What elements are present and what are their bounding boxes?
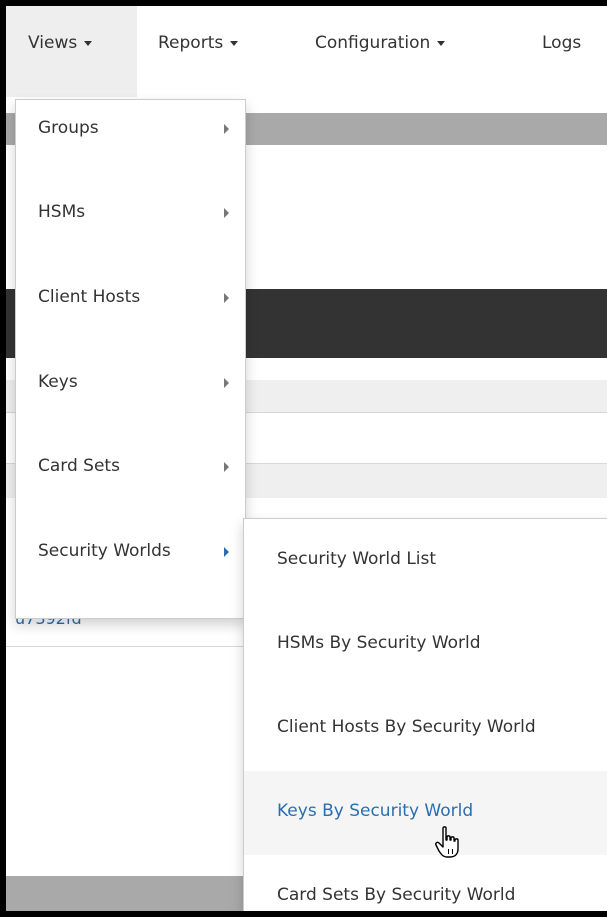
- caret-right-icon: [224, 547, 229, 557]
- caret-down-icon: [84, 40, 93, 46]
- nav-configuration-dropdown[interactable]: Configuration: [315, 6, 446, 97]
- security-worlds-submenu: Security World List HSMs By Security Wor…: [243, 518, 607, 911]
- menu-item-client-hosts[interactable]: Client Hosts: [16, 269, 245, 353]
- submenu-item-keys-by-security-world[interactable]: Keys By Security World: [244, 771, 607, 855]
- nav-views-dropdown[interactable]: Views: [6, 6, 137, 97]
- menu-item-keys[interactable]: Keys: [16, 354, 245, 438]
- caret-down-icon: [230, 40, 239, 46]
- caret-right-icon: [224, 378, 229, 388]
- menu-item-security-worlds[interactable]: Security Worlds: [16, 523, 245, 607]
- menu-item-label: Card Sets: [38, 456, 120, 476]
- caret-down-icon: [437, 40, 446, 46]
- nav-logs-link[interactable]: Logs: [542, 6, 581, 97]
- caret-right-icon: [224, 293, 229, 303]
- submenu-item-label: Client Hosts By Security World: [277, 717, 536, 737]
- hand-pointer-icon: [435, 826, 459, 858]
- caret-right-icon: [224, 462, 229, 472]
- top-navbar: Views Reports Configuration Logs: [6, 6, 607, 97]
- caret-right-icon: [224, 208, 229, 218]
- nav-logs-label: Logs: [542, 33, 582, 53]
- menu-item-label: Keys: [38, 372, 78, 392]
- menu-item-card-sets[interactable]: Card Sets: [16, 438, 245, 522]
- views-dropdown-menu: Groups HSMs Client Hosts Keys Card Sets …: [15, 99, 246, 619]
- submenu-item-client-hosts-by-security-world[interactable]: Client Hosts By Security World: [244, 687, 607, 771]
- submenu-item-label: HSMs By Security World: [277, 633, 481, 653]
- nav-views-label: Views: [28, 33, 78, 53]
- menu-item-label: Client Hosts: [38, 287, 141, 307]
- submenu-item-label: Security World List: [277, 549, 437, 569]
- menu-item-label: Security Worlds: [38, 541, 171, 561]
- menu-item-label: HSMs: [38, 202, 86, 222]
- submenu-item-label: Keys By Security World: [277, 801, 474, 821]
- submenu-item-hsms-by-security-world[interactable]: HSMs By Security World: [244, 603, 607, 687]
- menu-item-label: Groups: [38, 118, 99, 138]
- nav-reports-label: Reports: [158, 33, 224, 53]
- menu-item-groups[interactable]: Groups: [16, 100, 245, 184]
- nav-reports-dropdown[interactable]: Reports: [158, 6, 239, 97]
- submenu-item-card-sets-by-security-world[interactable]: Card Sets By Security World: [244, 855, 607, 911]
- app-window: u7392fd Views Reports Configuration Logs…: [6, 6, 607, 911]
- submenu-item-label: Card Sets By Security World: [277, 885, 516, 905]
- caret-right-icon: [224, 124, 229, 134]
- nav-configuration-label: Configuration: [315, 33, 431, 53]
- menu-item-hsms[interactable]: HSMs: [16, 184, 245, 268]
- submenu-item-security-world-list[interactable]: Security World List: [244, 519, 607, 603]
